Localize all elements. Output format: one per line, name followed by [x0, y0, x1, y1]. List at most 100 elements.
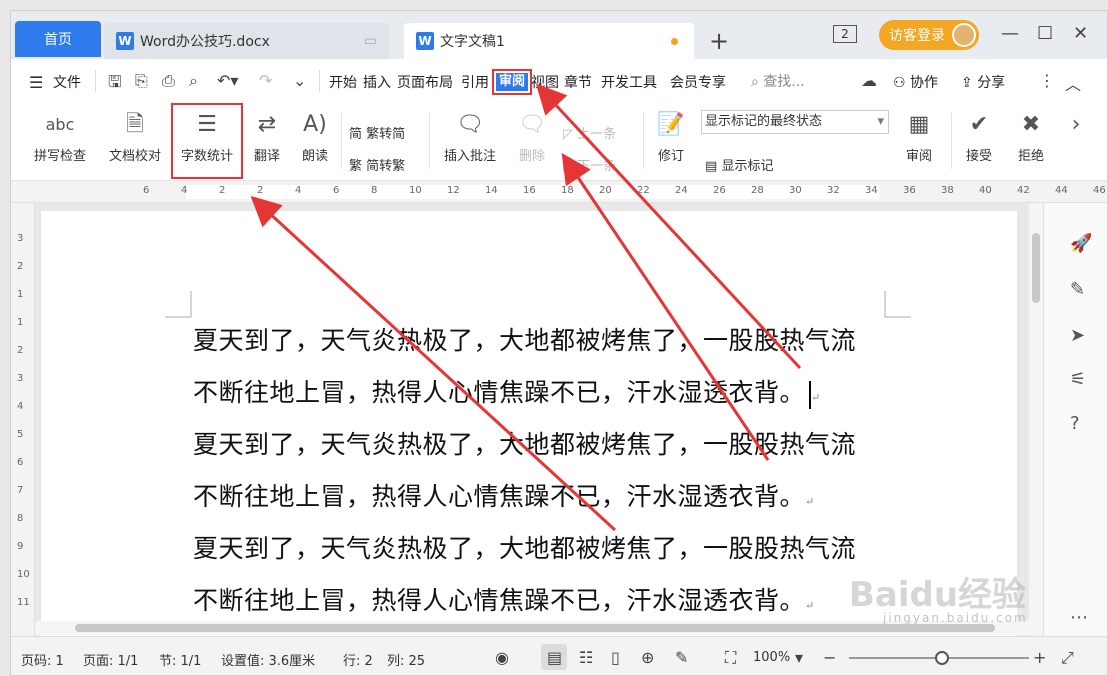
- customize-qat-icon[interactable]: ⌄: [293, 71, 306, 90]
- vertical-ruler-tick-label: 10: [17, 569, 30, 580]
- menu-view[interactable]: 视图: [531, 72, 559, 92]
- more-vertical-icon[interactable]: ⋮: [1039, 71, 1055, 90]
- delete-comment-button[interactable]: 🗨 删除: [507, 107, 557, 164]
- vertical-ruler-tick-label: 3: [17, 373, 24, 384]
- print-preview-icon[interactable]: ⌕: [189, 71, 198, 91]
- new-tab-button[interactable]: +: [709, 27, 729, 55]
- pen-icon[interactable]: ✎: [1070, 279, 1085, 300]
- horizontal-scroll-thumb[interactable]: [75, 624, 995, 632]
- maximize-button[interactable]: ☐: [1037, 23, 1053, 44]
- horizontal-ruler[interactable]: 6 4 2 2 4 6 8 10 12 14 16 18 20 22 24 26 28 30 32 34 36 38 40 4…: [11, 181, 1107, 203]
- monitor-icon[interactable]: ▭: [364, 33, 377, 49]
- prev-comment-button[interactable]: ◸ 上一条: [563, 123, 616, 142]
- ruler-tick-label: 12: [447, 185, 460, 196]
- read-aloud-button[interactable]: A) 朗读: [295, 107, 335, 164]
- menu-review[interactable]: 审阅: [496, 73, 528, 91]
- pointer-icon[interactable]: ➤: [1070, 325, 1085, 346]
- web-view-icon[interactable]: ⊕: [641, 648, 654, 667]
- translate-label: 翻译: [253, 149, 280, 164]
- review-pane-button[interactable]: ▦ 审阅: [897, 107, 941, 164]
- status-setting[interactable]: 设置值: 3.6厘米: [221, 650, 315, 669]
- collab-button[interactable]: ⚇ 协作: [893, 72, 938, 92]
- guest-login-button[interactable]: 访客登录: [879, 20, 979, 50]
- zoom-level[interactable]: 100%: [753, 650, 790, 665]
- horizontal-scrollbar[interactable]: [35, 621, 1029, 635]
- doc-proof-button[interactable]: 🗎 文档校对: [103, 107, 167, 164]
- eye-protection-icon[interactable]: ◉: [495, 648, 509, 667]
- menu-developer[interactable]: 开发工具: [601, 72, 657, 92]
- page-view-icon[interactable]: ▤: [547, 648, 562, 667]
- rocket-icon[interactable]: 🚀: [1070, 233, 1092, 254]
- simp-to-trad-button[interactable]: 繁 简转繁: [349, 155, 405, 174]
- fit-page-icon[interactable]: ⛶: [725, 648, 736, 668]
- vertical-scroll-thumb[interactable]: [1032, 233, 1040, 303]
- search-box[interactable]: ⌕ 查找...: [751, 71, 805, 91]
- help-icon[interactable]: ?: [1070, 413, 1080, 434]
- next-comment-label: 下一条: [577, 159, 617, 174]
- window-count-icon[interactable]: 2: [833, 25, 857, 43]
- menu-section[interactable]: 章节: [564, 72, 592, 92]
- document-line[interactable]: 不断往地上冒，热得人心情焦躁不已，汗水湿透衣背。↵: [193, 477, 815, 513]
- screen-left-edge: [0, 0, 10, 676]
- tab-doc-word-tips[interactable]: W Word办公技巧.docx ▭: [104, 23, 389, 59]
- fullscreen-icon[interactable]: ⤢: [1061, 648, 1074, 668]
- revise-button[interactable]: 📝 修订: [649, 107, 693, 164]
- write-mode-icon[interactable]: ✎: [675, 648, 688, 667]
- simp-to-trad-icon: 繁: [349, 159, 363, 174]
- vertical-ruler[interactable]: 3 2 1 1 2 3 4 5 6 7 8 9 10 11: [11, 203, 35, 636]
- outline-view-icon[interactable]: ☷: [579, 648, 593, 667]
- redo-icon[interactable]: ↷: [259, 71, 272, 90]
- cloud-sync-icon[interactable]: ☁: [861, 71, 877, 90]
- more-horizontal-icon[interactable]: ⋯: [1070, 607, 1088, 628]
- tab-doc-active[interactable]: W 文字文稿1: [404, 23, 694, 59]
- translate-button[interactable]: ⇄ 翻译: [245, 107, 289, 164]
- paragraph-mark-icon: ↵: [805, 599, 815, 612]
- print-icon[interactable]: ⎙: [162, 71, 175, 91]
- reading-view-icon[interactable]: ▯: [611, 648, 620, 667]
- close-button[interactable]: ✕: [1073, 23, 1088, 44]
- trad-to-simp-button[interactable]: 简 繁转简: [349, 123, 405, 142]
- vertical-scrollbar[interactable]: [1029, 203, 1043, 636]
- zoom-slider-knob[interactable]: [935, 651, 949, 665]
- ribbon-more-button[interactable]: ›: [1061, 107, 1091, 143]
- document-line[interactable]: 夏天到了，天气炎热极了，大地都被烤焦了，一股股热气流: [193, 529, 856, 565]
- document-line[interactable]: 不断往地上冒，热得人心情焦躁不已，汗水湿透衣背。↵: [193, 581, 815, 617]
- divider: [341, 113, 342, 169]
- delete-comment-label: 删除: [518, 149, 545, 164]
- undo-icon[interactable]: ↶▾: [217, 71, 238, 90]
- share-button[interactable]: ⇪ 分享: [961, 72, 1005, 92]
- menu-start[interactable]: 开始: [329, 72, 357, 92]
- menu-insert[interactable]: 插入: [363, 72, 391, 92]
- save-icon[interactable]: 🖫: [108, 71, 122, 98]
- word-count-button[interactable]: ☰ 字数统计: [175, 107, 239, 164]
- menu-file[interactable]: 文件: [53, 72, 81, 92]
- menu-review-highlight[interactable]: 审阅: [492, 69, 532, 95]
- zoom-slider[interactable]: [849, 651, 1029, 665]
- paragraph-mark-icon: ↵: [811, 391, 821, 404]
- markup-state-select[interactable]: 显示标记的最终状态: [701, 110, 889, 134]
- vertical-ruler-tick-label: 1: [17, 317, 24, 328]
- minimize-button[interactable]: —: [1001, 23, 1019, 44]
- menu-hamburger-icon[interactable]: ☰: [29, 73, 43, 92]
- document-line[interactable]: 夏天到了，天气炎热极了，大地都被烤焦了，一股股热气流: [193, 321, 856, 357]
- zoom-out-icon[interactable]: −: [823, 648, 836, 667]
- zoom-dropdown-icon[interactable]: ▾: [795, 648, 803, 667]
- document-line[interactable]: 不断往地上冒，热得人心情焦躁不已，汗水湿透衣背。↵: [193, 373, 821, 409]
- next-comment-button[interactable]: ◺ 下一条: [563, 155, 616, 174]
- tab-home[interactable]: 首页: [15, 21, 101, 57]
- ruler-tick-label: 16: [523, 185, 536, 196]
- settings-sliders-icon[interactable]: ⚟: [1070, 369, 1086, 390]
- collapse-ribbon-icon[interactable]: ︿: [1065, 71, 1081, 95]
- reject-button[interactable]: ✖ 拒绝: [1009, 107, 1053, 164]
- spell-check-button[interactable]: abc 拼写检查: [25, 107, 95, 164]
- divider: [95, 70, 96, 92]
- insert-comment-button[interactable]: 🗨 插入批注: [439, 107, 501, 164]
- menu-page-layout[interactable]: 页面布局: [397, 72, 453, 92]
- accept-button[interactable]: ✔ 接受: [957, 107, 1001, 164]
- share-doc-icon[interactable]: ⎘: [135, 71, 148, 91]
- document-line[interactable]: 夏天到了，天气炎热极了，大地都被烤焦了，一股股热气流: [193, 425, 856, 461]
- menu-reference[interactable]: 引用: [461, 72, 489, 92]
- show-markup-button[interactable]: ▤ 显示标记: [705, 155, 773, 174]
- menu-member[interactable]: 会员专享: [670, 72, 726, 92]
- zoom-in-icon[interactable]: +: [1033, 648, 1046, 667]
